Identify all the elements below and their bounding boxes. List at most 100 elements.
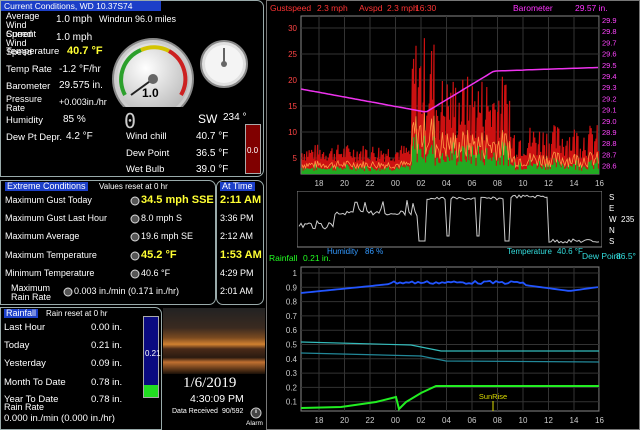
y2-tick-label: 28.8: [602, 139, 617, 148]
humidity-chart-label: Humidity: [327, 247, 359, 256]
rainfall-chart: 1 0.9 0.8 0.7 0.6 0.5 0.4 0.3 0.2 0.1 18 20 22 00 02 04…: [286, 266, 604, 425]
rain-row-value: 0.00 in.: [91, 322, 123, 333]
x-tick-label: 16: [595, 179, 604, 188]
y2-tick-label: 29.1: [602, 106, 617, 115]
current-conditions-title: Current Conditions, WD 10.37S74: [1, 1, 161, 11]
y-tick-label: 0.4: [286, 355, 298, 364]
clock-icon: [130, 214, 140, 224]
y-tick-label: 0.3: [286, 369, 298, 378]
y-tick-label: 30: [288, 24, 297, 33]
x-tick-label: 10: [519, 179, 528, 188]
y2-tick-label: 28.7: [602, 150, 617, 159]
gauge-value: 1.0: [142, 86, 159, 100]
y2-tick-label: 29.4: [602, 72, 617, 81]
pressrate-value: +0.003in./hr: [59, 97, 107, 107]
humidity-label: Humidity: [6, 115, 43, 126]
rain-row-value: 0.78 in.: [91, 377, 123, 388]
rain-rate-value: 0.000 in./min (0.000 in./hr): [4, 413, 115, 424]
rain-row-label: Month To Date: [4, 377, 66, 388]
clock-icon: [130, 196, 140, 206]
y-tick-label: 0.1: [286, 398, 298, 407]
x-tick-label: 16: [595, 416, 604, 425]
alarm-icon[interactable]: [249, 407, 263, 419]
x-tick-label: 00: [391, 416, 400, 425]
humidity-temp-chart: [297, 191, 602, 248]
clock-icon: [63, 287, 73, 297]
y-tick-label: 0.2: [286, 383, 298, 392]
y-tick-label: 0.5: [286, 341, 298, 350]
extreme-row-value: 34.5 mph SSE: [141, 194, 214, 206]
extreme-subtitle: Values reset at 0 hr: [99, 182, 168, 191]
x-tick-label: 08: [493, 416, 502, 425]
y2-tick-label: 29.7: [602, 38, 617, 47]
rain-row-label: Year To Date: [4, 394, 59, 405]
compass-letter: S: [609, 237, 615, 246]
extreme-row-value: 8.0 mph S: [141, 213, 183, 223]
wind-degrees: 234 °: [223, 112, 247, 123]
y2-tick-label: 28.9: [602, 128, 617, 137]
extreme-row-label: Maximum Gust Today: [5, 195, 92, 205]
humidity-chart-value: 86 %: [365, 247, 384, 256]
extreme-row-label: Maximum Rain Rate: [11, 283, 52, 302]
extreme-row-label: Maximum Temperature: [5, 250, 97, 260]
temp-chart-value: 40.6 °F: [557, 247, 583, 256]
at-time-value: 3:36 PM: [220, 213, 254, 223]
y-tick-label: 20: [288, 76, 297, 85]
wetbulb-value: 39.0 °F: [196, 164, 229, 175]
avg-wind-value: 1.0 mph: [56, 14, 93, 25]
y-tick-label: 10: [288, 128, 297, 137]
compass-letter: S: [609, 193, 615, 202]
rain-row-value: 0.78 in.: [91, 394, 123, 405]
time-display: 4:30:09 PM: [190, 393, 244, 405]
current-conditions-panel: Current Conditions, WD 10.37S74 Average …: [0, 0, 264, 177]
rain-row-label: Last Hour: [4, 322, 46, 333]
at-time-value: 2:12 AM: [220, 231, 254, 241]
rain-bar-fill: [144, 385, 158, 397]
wind-direction: SW: [198, 112, 218, 126]
at-time-title: At Time: [220, 181, 255, 191]
dewdepr-label: Dew Pt Depr.: [6, 132, 62, 143]
clock-icon: [130, 232, 140, 242]
dew-chart-value: 86.5°: [616, 251, 636, 261]
extreme-row-label: Minimum Temperature: [5, 268, 95, 278]
x-tick-label: 06: [468, 179, 477, 188]
y2-tick-label: 29.6: [602, 50, 617, 59]
data-received-label: Data Received: [172, 408, 218, 415]
x-tick-label: 20: [340, 416, 349, 425]
baro-label: Barometer: [6, 81, 51, 92]
rain-row-label: Today: [4, 340, 30, 351]
extreme-row-value: 19.6 mph SE: [141, 231, 194, 241]
extreme-title: Extreme Conditions: [5, 181, 88, 191]
date-display: 1/6/2019: [183, 375, 237, 391]
rain-indicator-value: 0.0: [247, 146, 259, 155]
windrun-value: Windrun 96.0 miles: [99, 14, 177, 24]
dew-chart-label: Dew Point: [582, 251, 621, 261]
y-tick-label: 0.9: [286, 283, 298, 292]
y2-tick-label: 29.5: [602, 61, 617, 70]
at-time-value: 4:29 PM: [220, 268, 254, 278]
y2-tick-label: 29.9: [602, 16, 617, 25]
x-tick-label: 12: [544, 179, 553, 188]
at-time-value: 1:53 AM: [220, 249, 262, 261]
alarm-label[interactable]: Alarm: [246, 420, 263, 428]
x-tick-label: 14: [570, 416, 579, 425]
windchill-value: 40.7 °F: [196, 131, 229, 142]
dewpoint-value: 36.5 °F: [196, 148, 229, 159]
temp-label: Temperature: [6, 46, 60, 57]
compass-letter: N: [609, 226, 615, 235]
x-tick-label: 04: [442, 416, 451, 425]
x-tick-label: 18: [315, 179, 324, 188]
baro-value: 29.575 in.: [59, 80, 103, 91]
temprate-value: -1.2 °F/hr: [59, 64, 101, 75]
y2-tick-label: 29.8: [602, 27, 617, 36]
clock-icon: [130, 251, 140, 261]
wind-baro-chart: 30 25 20 15 10 5 29.9 29.8 29.7 29.6 29.5 29.4 29.3 2…: [288, 15, 617, 188]
digit-display: 0: [124, 109, 137, 133]
y2-tick-label: 29.0: [602, 117, 617, 126]
data-received-value: 90/592: [222, 408, 244, 415]
x-tick-label: 02: [417, 416, 426, 425]
extreme-row-value: 45.2 °F: [141, 249, 177, 261]
cur-wind-value: 1.0 mph: [56, 32, 93, 43]
wind-deg-chart: 235: [621, 215, 635, 224]
y-tick-label: 1: [293, 269, 298, 278]
